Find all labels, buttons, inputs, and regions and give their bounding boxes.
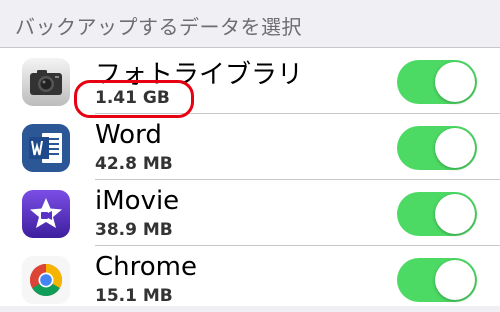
app-size: 15.1 MB	[95, 286, 173, 306]
backup-toggle-photo-library[interactable]	[397, 60, 477, 104]
list-item-word: Word 42.8 MB	[0, 114, 500, 180]
chrome-icon	[22, 256, 70, 304]
toggle-knob	[435, 194, 475, 234]
imovie-icon	[22, 190, 70, 238]
backup-toggle-imovie[interactable]	[397, 192, 477, 236]
backup-toggle-chrome[interactable]	[397, 258, 477, 302]
list-item-chrome: Chrome 15.1 MB	[0, 246, 500, 312]
app-backup-list: フォトライブラリ 1.41 GB Word 42.8 MB iMovie 38.…	[0, 47, 500, 306]
app-name: フォトライブラリ	[95, 60, 304, 90]
camera-icon	[22, 58, 70, 106]
word-icon	[22, 124, 70, 172]
app-name: Word	[95, 120, 162, 150]
list-item-imovie: iMovie 38.9 MB	[0, 180, 500, 246]
app-name: iMovie	[95, 186, 180, 216]
app-name: Chrome	[95, 252, 197, 282]
app-size: 1.41 GB	[95, 88, 170, 108]
list-item-photo-library: フォトライブラリ 1.41 GB	[0, 48, 500, 114]
app-size: 42.8 MB	[95, 154, 173, 174]
app-size: 38.9 MB	[95, 220, 173, 240]
section-title: バックアップするデータを選択	[15, 15, 302, 39]
toggle-knob	[435, 62, 475, 102]
toggle-knob	[435, 128, 475, 168]
backup-toggle-word[interactable]	[397, 126, 477, 170]
toggle-knob	[435, 260, 475, 300]
section-header: バックアップするデータを選択	[0, 0, 500, 47]
